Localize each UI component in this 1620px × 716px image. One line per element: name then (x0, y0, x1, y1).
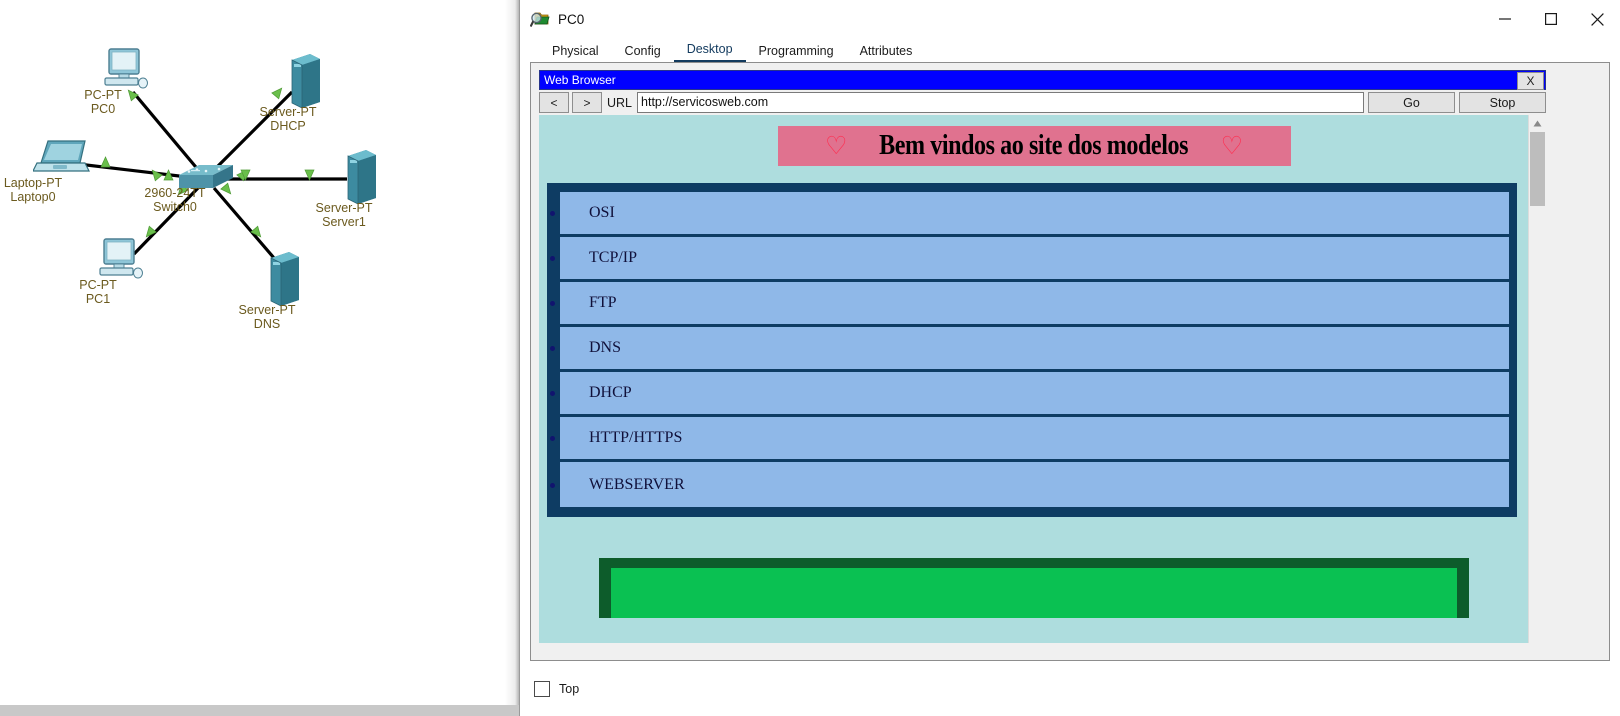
web-browser-titlebar[interactable]: Web Browser X (539, 70, 1546, 90)
minimize-icon[interactable] (1482, 0, 1528, 38)
tab-physical[interactable]: Physical (539, 44, 612, 62)
bullet-icon (550, 391, 555, 396)
device-type-label: Server-PT (259, 105, 317, 119)
laptop-icon (33, 140, 90, 172)
green-block (599, 558, 1469, 618)
device-name-label: PC0 (90, 101, 116, 116)
banner-title: Bem vindos ao site dos modelos (879, 130, 1189, 161)
pc0-device-window: PC0 Physical Config Desktop Programming … (519, 0, 1620, 716)
page-banner: ♡ Bem vindos ao site dos modelos ♡ (777, 126, 1291, 166)
tab-programming[interactable]: Programming (746, 44, 847, 62)
web-browser-close-button[interactable]: X (1517, 72, 1544, 90)
device-name-label: DHCP (270, 118, 306, 133)
list-item[interactable]: DNS (550, 327, 1509, 372)
device-name-label: Switch0 (153, 199, 197, 214)
network-topology-canvas[interactable]: PC-PT PC0 Server-PT DHCP Laptop-PT Lapto… (0, 0, 519, 705)
list-item[interactable]: OSI (550, 192, 1509, 237)
window-title: PC0 (558, 11, 585, 27)
device-type-label: Laptop-PT (3, 176, 63, 190)
inspect-device-icon (529, 9, 550, 29)
device-name-label: Server1 (322, 214, 366, 229)
bullet-icon (550, 346, 555, 351)
panel-statusbar: Top (530, 676, 1610, 702)
list-item[interactable]: DHCP (550, 372, 1509, 417)
web-browser-title: Web Browser (544, 73, 616, 87)
green-block-inner (611, 568, 1457, 618)
list-item[interactable]: HTTP/HTTPS (550, 417, 1509, 462)
tab-attributes[interactable]: Attributes (847, 44, 926, 62)
bullet-icon (550, 301, 555, 306)
device-tabs: Physical Config Desktop Programming Attr… (520, 38, 1620, 62)
tab-config[interactable]: Config (612, 44, 674, 62)
device-name-label: PC1 (85, 291, 111, 306)
desktop-pc-icon (99, 238, 143, 279)
list-item-label: HTTP/HTTPS (589, 429, 683, 446)
bullet-icon (550, 256, 555, 261)
window-controls (1482, 0, 1620, 38)
desktop-pc-icon (104, 48, 148, 89)
scroll-up-arrow-icon[interactable] (1529, 115, 1546, 131)
maximize-icon[interactable] (1528, 0, 1574, 38)
link-switch-pc0 (131, 90, 202, 174)
bullet-icon (550, 482, 555, 488)
heart-icon: ♡ (1220, 131, 1243, 160)
service-list: OSI TCP/IP FTP DNS DHCP HTTP/HTTPS WEBSE… (547, 183, 1517, 517)
page-scrollbar[interactable] (1528, 115, 1546, 643)
browser-viewport[interactable]: ♡ Bem vindos ao site dos modelos ♡ OSI T… (539, 115, 1546, 643)
forward-button[interactable]: > (572, 92, 602, 113)
tab-desktop[interactable]: Desktop (673, 42, 746, 62)
device-type-label: PC-PT (84, 88, 122, 102)
bullet-icon (550, 211, 555, 216)
top-checkbox-label: Top (559, 682, 580, 696)
url-input[interactable]: http://servicosweb.com (637, 92, 1364, 113)
list-item[interactable]: WEBSERVER (550, 462, 1509, 507)
list-item-label: DNS (589, 339, 622, 356)
link-switch-dns (212, 186, 276, 260)
device-type-label: Server-PT (238, 303, 296, 317)
heart-icon: ♡ (825, 131, 848, 160)
web-page-content: ♡ Bem vindos ao site dos modelos ♡ OSI T… (539, 115, 1529, 618)
desktop-panel: Web Browser X < > URL http://servicosweb… (530, 62, 1610, 661)
list-item[interactable]: TCP/IP (550, 237, 1509, 282)
window-titlebar[interactable]: PC0 (520, 0, 1620, 38)
list-item-label: OSI (589, 204, 615, 221)
list-item[interactable]: FTP (550, 282, 1509, 327)
device-name-label: Laptop0 (10, 189, 56, 204)
close-icon[interactable] (1574, 0, 1620, 38)
device-type-label: Server-PT (315, 201, 373, 215)
device-name-label: DNS (253, 316, 281, 331)
top-checkbox[interactable] (534, 681, 550, 697)
bullet-icon (550, 436, 555, 441)
go-button[interactable]: Go (1368, 92, 1455, 113)
url-label: URL (607, 95, 633, 110)
back-button[interactable]: < (539, 92, 569, 113)
stop-button[interactable]: Stop (1459, 92, 1546, 113)
packet-tracer-workspace[interactable]: PC-PT PC0 Server-PT DHCP Laptop-PT Lapto… (0, 0, 519, 716)
list-item-label: FTP (589, 294, 617, 311)
device-type-label: 2960-24TT (144, 186, 206, 200)
list-item-label: DHCP (589, 384, 632, 401)
scrollbar-thumb[interactable] (1530, 132, 1545, 206)
browser-toolbar: < > URL http://servicosweb.com Go Stop (539, 91, 1546, 114)
list-item-label: TCP/IP (589, 249, 638, 266)
workspace-bottom-strip (0, 705, 519, 716)
device-type-label: PC-PT (79, 278, 117, 292)
list-item-label: WEBSERVER (589, 475, 685, 493)
